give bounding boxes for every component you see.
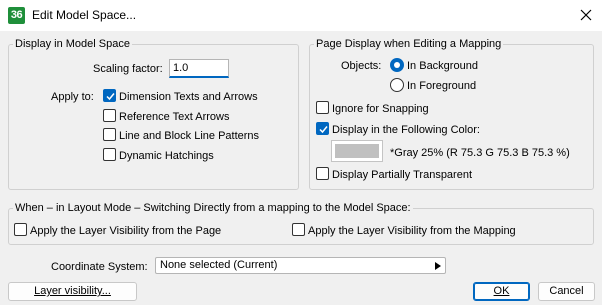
display-color-checkbox[interactable] — [316, 122, 329, 135]
scaling-factor-input[interactable]: 1.0 — [169, 59, 229, 78]
display-model-space-legend: Display in Model Space — [13, 37, 132, 51]
checkmark-icon — [106, 93, 115, 101]
line-block-patterns-label[interactable]: Line and Block Line Patterns — [119, 129, 259, 143]
coordinate-system-value: None selected (Current) — [160, 259, 278, 271]
layer-visibility-page-label[interactable]: Apply the Layer Visibility from the Page — [30, 224, 221, 238]
in-background-label[interactable]: In Background — [407, 59, 478, 73]
reference-text-arrows-label[interactable]: Reference Text Arrows — [119, 110, 229, 124]
checkmark-icon — [319, 126, 328, 134]
window-title: Edit Model Space... — [32, 8, 137, 22]
dynamic-hatchings-checkbox[interactable] — [103, 148, 116, 161]
coordinate-system-label: Coordinate System: — [51, 261, 148, 273]
color-description: *Gray 25% (R 75.3 G 75.3 B 75.3 %) — [390, 147, 570, 159]
layer-visibility-mapping-label[interactable]: Apply the Layer Visibility from the Mapp… — [308, 224, 516, 238]
ignore-snapping-checkbox[interactable] — [316, 101, 329, 114]
layer-visibility-page-checkbox[interactable] — [14, 223, 27, 236]
layout-mode-legend: When – in Layout Mode – Switching Direct… — [13, 201, 413, 215]
in-foreground-radio[interactable] — [390, 78, 404, 92]
dynamic-hatchings-label[interactable]: Dynamic Hatchings — [119, 149, 214, 163]
reference-text-arrows-checkbox[interactable] — [103, 109, 116, 122]
ok-button[interactable]: OK — [473, 282, 530, 301]
layer-visibility-button[interactable]: Layer visibility... — [8, 282, 137, 301]
cancel-button[interactable]: Cancel — [538, 282, 595, 301]
cancel-button-label: Cancel — [549, 285, 584, 297]
page-display-legend: Page Display when Editing a Mapping — [314, 37, 504, 51]
triangle-right-icon — [435, 262, 441, 270]
ignore-snapping-label[interactable]: Ignore for Snapping — [332, 102, 429, 116]
ok-button-label: OK — [493, 285, 510, 297]
display-color-label[interactable]: Display in the Following Color: — [332, 123, 480, 137]
dimension-texts-label[interactable]: Dimension Texts and Arrows — [119, 90, 258, 104]
layer-visibility-button-label: Layer visibility... — [34, 285, 111, 297]
close-icon — [580, 9, 592, 21]
scaling-factor-label: Scaling factor: — [93, 63, 163, 75]
in-background-radio[interactable] — [390, 58, 404, 72]
apply-to-label: Apply to: — [51, 91, 94, 103]
app-icon: 36 — [8, 7, 25, 24]
dimension-texts-checkbox[interactable] — [103, 89, 116, 102]
color-swatch-button[interactable] — [331, 140, 383, 162]
layer-visibility-mapping-checkbox[interactable] — [292, 223, 305, 236]
partially-transparent-checkbox[interactable] — [316, 167, 329, 180]
objects-label: Objects: — [341, 60, 382, 72]
in-foreground-label[interactable]: In Foreground — [407, 79, 476, 93]
coordinate-system-select[interactable]: None selected (Current) — [155, 257, 446, 274]
color-swatch-fill — [335, 144, 379, 158]
close-button[interactable] — [571, 0, 602, 31]
line-block-patterns-checkbox[interactable] — [103, 128, 116, 141]
partially-transparent-label[interactable]: Display Partially Transparent — [332, 168, 472, 182]
